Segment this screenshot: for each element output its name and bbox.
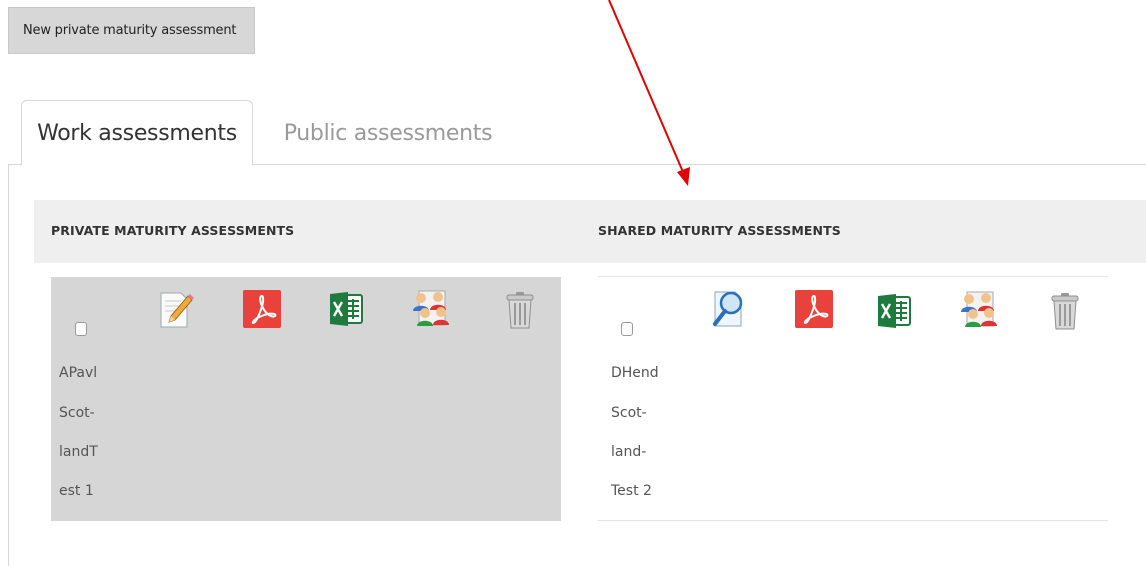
private-assessments-title: PRIVATE MATURITY ASSESSMENTS <box>51 223 295 238</box>
share-users-icon[interactable] <box>411 287 451 327</box>
shared-assessment-name-line: Scot- <box>611 405 647 421</box>
shared-assessment-name-line: DHend <box>611 365 659 381</box>
shared-assessments-title: SHARED MATURITY ASSESSMENTS <box>598 223 841 238</box>
pdf-icon[interactable] <box>242 289 282 329</box>
tab-public-assessments[interactable]: Public assessments <box>268 100 508 166</box>
private-assessment-name-line: landT <box>59 444 98 460</box>
shared-assessment-checkbox[interactable] <box>621 322 633 336</box>
private-assessment-checkbox[interactable] <box>75 322 87 336</box>
trash-icon[interactable] <box>500 290 540 330</box>
shared-card-bottom-rule <box>598 520 1108 521</box>
private-assessment-card <box>51 277 561 521</box>
excel-icon[interactable] <box>874 291 914 331</box>
panel-left-border <box>8 164 9 566</box>
share-users-icon[interactable] <box>959 288 999 328</box>
shared-assessment-name-line: land- <box>611 444 647 460</box>
edit-pencil-icon[interactable] <box>155 289 195 329</box>
excel-icon[interactable] <box>326 289 366 329</box>
tab-work-assessments[interactable]: Work assessments <box>21 100 253 166</box>
view-magnifier-icon[interactable] <box>709 288 749 328</box>
private-assessment-name-line: APavl <box>59 365 98 381</box>
pdf-icon[interactable] <box>794 289 834 329</box>
shared-card-top-rule <box>598 276 1108 277</box>
new-private-assessment-button[interactable]: New private maturity assessment <box>8 7 255 54</box>
trash-icon[interactable] <box>1045 291 1085 331</box>
private-assessment-name-line: Scot- <box>59 405 95 421</box>
shared-assessment-name-line: Test 2 <box>611 483 652 499</box>
private-assessment-name-line: est 1 <box>59 483 94 499</box>
